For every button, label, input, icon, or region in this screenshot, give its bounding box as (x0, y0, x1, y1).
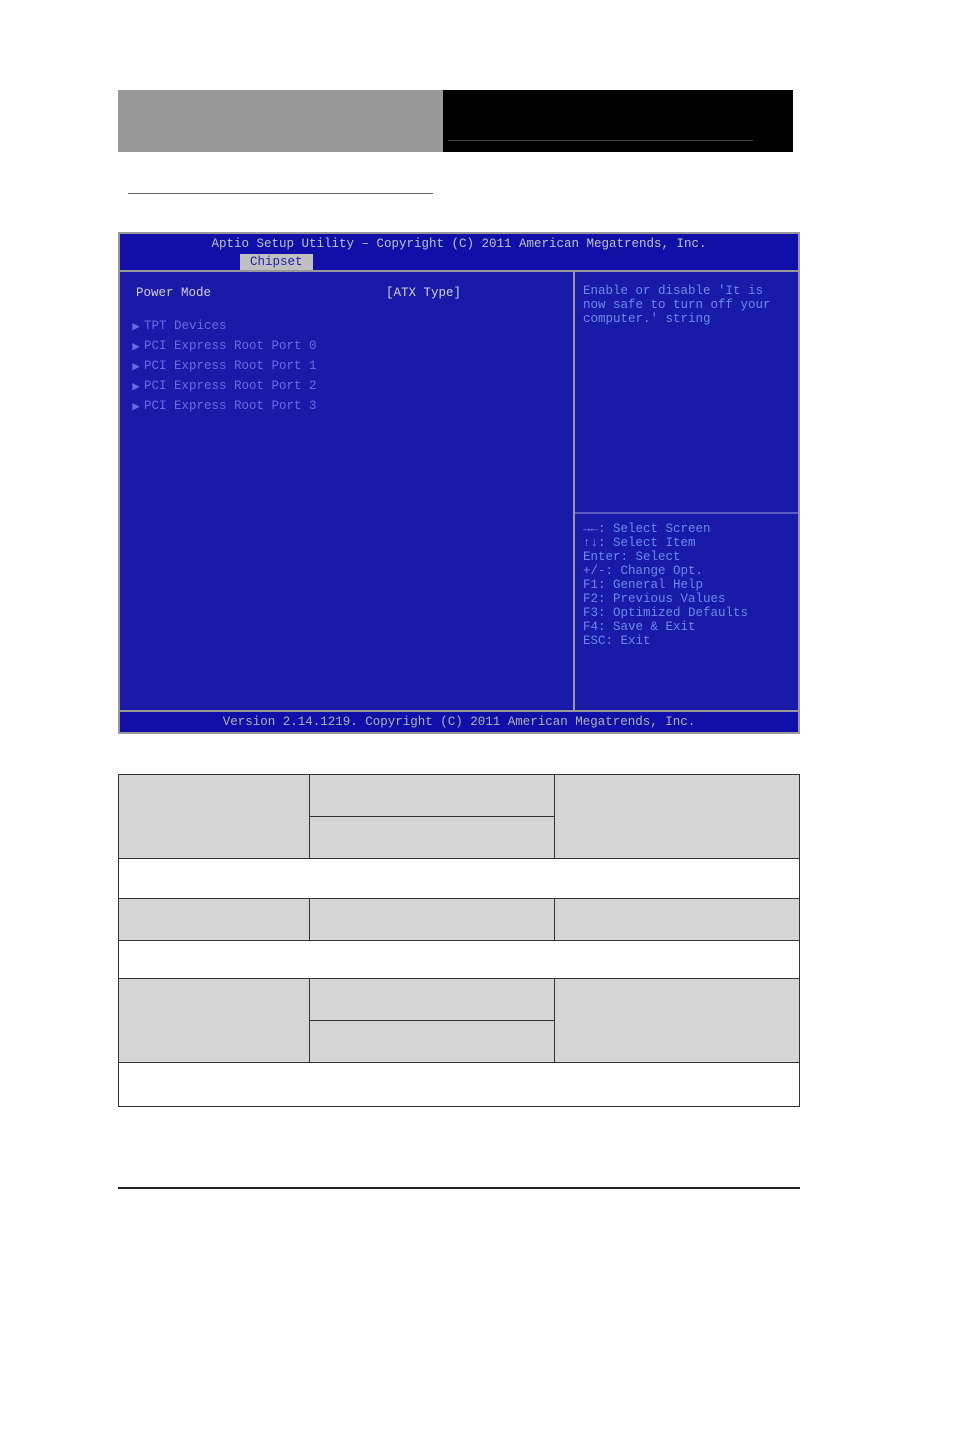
option-choice-cell (309, 817, 554, 859)
option-name-cell (119, 899, 310, 941)
key-help-line: ESC: Exit (583, 634, 790, 648)
key-help-list: →←: Select Screen ↑↓: Select Item Enter:… (583, 522, 790, 648)
option-desc-cell (554, 899, 799, 941)
option-choice-cell (309, 979, 554, 1021)
key-help-line: F1: General Help (583, 578, 790, 592)
table-row (119, 775, 800, 817)
key-help-line: →←: Select Screen (583, 522, 790, 536)
option-choice-cell (309, 775, 554, 817)
setting-label: Power Mode (136, 286, 386, 300)
page-footer-rule (118, 1187, 800, 1189)
option-choice-cell (309, 1021, 554, 1063)
option-choice-cell (309, 899, 554, 941)
setting-value: [ATX Type] (386, 286, 461, 300)
option-desc-cell (554, 979, 799, 1063)
submenu-pci-root-1[interactable]: ▶ PCI Express Root Port 1 (128, 356, 565, 376)
table-row (119, 979, 800, 1021)
submenu-pci-root-3[interactable]: ▶ PCI Express Root Port 3 (128, 396, 565, 416)
table-row (119, 941, 800, 979)
page-header-right (443, 90, 793, 152)
chevron-right-icon: ▶ (128, 318, 144, 334)
page-header (118, 90, 793, 152)
bios-help-text: Enable or disable 'It is now safe to tur… (583, 284, 790, 504)
chevron-right-icon: ▶ (128, 338, 144, 354)
bios-screen: Aptio Setup Utility – Copyright (C) 2011… (118, 232, 800, 734)
submenu-label: PCI Express Root Port 3 (144, 399, 317, 413)
options-table (118, 774, 800, 1107)
submenu-label: PCI Express Root Port 1 (144, 359, 317, 373)
key-help-line: F4: Save & Exit (583, 620, 790, 634)
bios-footer: Version 2.14.1219. Copyright (C) 2011 Am… (120, 710, 798, 732)
key-help-line: ↑↓: Select Item (583, 536, 790, 550)
submenu-pci-root-0[interactable]: ▶ PCI Express Root Port 0 (128, 336, 565, 356)
bios-right-pane: Enable or disable 'It is now safe to tur… (575, 272, 798, 710)
table-row (119, 1063, 800, 1107)
key-help-line: F3: Optimized Defaults (583, 606, 790, 620)
table-row (119, 899, 800, 941)
bios-title: Aptio Setup Utility – Copyright (C) 2011… (120, 234, 798, 254)
submenu-label: PCI Express Root Port 2 (144, 379, 317, 393)
key-help-line: Enter: Select (583, 550, 790, 564)
key-help-line: F2: Previous Values (583, 592, 790, 606)
bios-tab-bar: Chipset (120, 254, 798, 270)
help-divider (575, 512, 798, 514)
submenu-label: TPT Devices (144, 319, 227, 333)
option-note-cell (119, 859, 800, 899)
option-desc-cell (554, 775, 799, 859)
option-name-cell (119, 979, 310, 1063)
header-underline (128, 193, 433, 194)
chevron-right-icon: ▶ (128, 398, 144, 414)
page-header-left (118, 90, 443, 152)
submenu-tpt-devices[interactable]: ▶ TPT Devices (128, 316, 565, 336)
spacer (128, 302, 565, 316)
bios-body: Power Mode [ATX Type] ▶ TPT Devices ▶ PC… (120, 270, 798, 710)
chevron-right-icon: ▶ (128, 378, 144, 394)
chevron-right-icon: ▶ (128, 358, 144, 374)
bios-setting-power-mode[interactable]: Power Mode [ATX Type] (128, 284, 565, 302)
option-note-cell (119, 1063, 800, 1107)
spacer (583, 648, 790, 698)
submenu-label: PCI Express Root Port 0 (144, 339, 317, 353)
option-name-cell (119, 775, 310, 859)
bios-left-pane: Power Mode [ATX Type] ▶ TPT Devices ▶ PC… (120, 272, 575, 710)
table-row (119, 859, 800, 899)
submenu-pci-root-2[interactable]: ▶ PCI Express Root Port 2 (128, 376, 565, 396)
key-help-line: +/-: Change Opt. (583, 564, 790, 578)
option-note-cell (119, 941, 800, 979)
tab-chipset[interactable]: Chipset (240, 254, 313, 270)
header-underline-right (448, 140, 753, 141)
